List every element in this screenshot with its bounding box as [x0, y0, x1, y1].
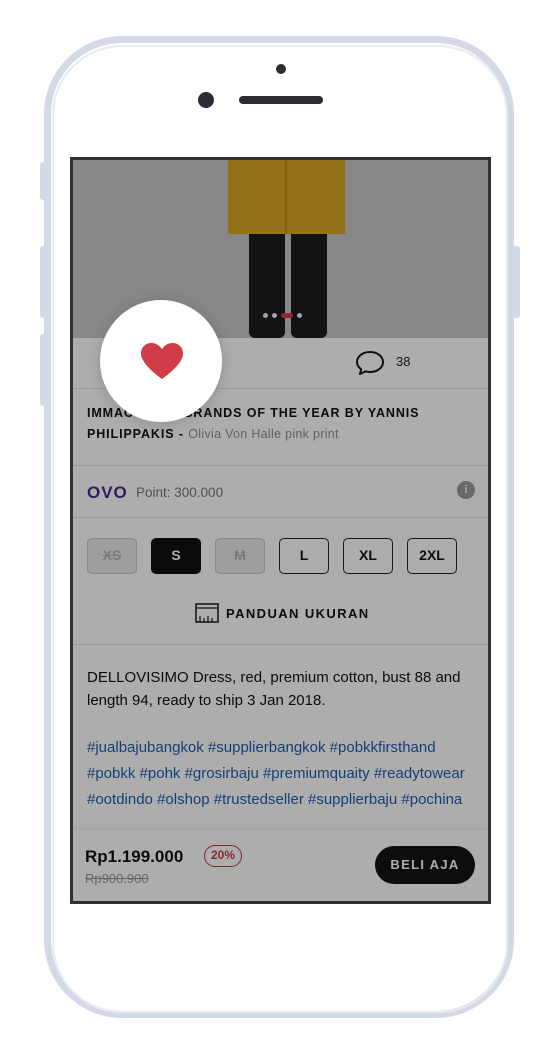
product-photo-seam — [285, 160, 287, 234]
ruler-icon — [195, 603, 219, 623]
app-screen: 38 IMMACULATE BRANDS OF THE YEAR BY YANN… — [70, 157, 491, 904]
size-selector: XS S M L XL 2XL — [87, 538, 457, 574]
product-hashtags[interactable]: #jualbajubangkok #supplierbangkok #pobkk… — [87, 735, 482, 813]
size-option-s[interactable]: S — [151, 538, 201, 574]
size-option-l[interactable]: L — [279, 538, 329, 574]
buy-button[interactable]: BELI AJA — [375, 846, 475, 884]
original-price: Rp900.900 — [85, 871, 149, 886]
volume-up-button — [40, 246, 46, 318]
comment-count: 38 — [396, 354, 411, 369]
divider — [73, 517, 488, 518]
size-guide-link[interactable]: PANDUAN UKURAN — [195, 603, 370, 623]
discount-badge: 20% — [204, 845, 242, 867]
heart-icon[interactable] — [139, 341, 185, 381]
proximity-sensor — [276, 64, 286, 74]
earpiece-speaker — [239, 96, 323, 104]
carousel-dot-active[interactable] — [281, 312, 293, 318]
size-guide-label: PANDUAN UKURAN — [226, 605, 370, 621]
volume-down-button — [40, 334, 46, 406]
ovo-points: Point: 300.000 — [136, 485, 224, 500]
front-camera — [198, 92, 214, 108]
carousel-indicator — [263, 312, 302, 318]
product-subtitle: Olivia Von Halle pink print — [188, 427, 339, 441]
size-option-m[interactable]: M — [215, 538, 265, 574]
power-button — [514, 246, 520, 318]
size-option-xs[interactable]: XS — [87, 538, 137, 574]
carousel-dot[interactable] — [272, 312, 277, 318]
carousel-dot[interactable] — [263, 312, 268, 318]
size-option-xl[interactable]: XL — [343, 538, 393, 574]
product-photo-boot-left — [249, 234, 285, 338]
ovo-logo: OVO — [87, 483, 128, 502]
carousel-dot[interactable] — [297, 312, 302, 318]
checkout-footer: Rp1.199.000 20% Rp900.900 BELI AJA — [73, 830, 488, 901]
divider — [73, 644, 488, 645]
product-photo-boot-right — [291, 234, 327, 338]
comment-icon[interactable] — [355, 350, 385, 376]
current-price: Rp1.199.000 — [85, 847, 184, 866]
mute-switch — [40, 162, 46, 200]
size-option-2xl[interactable]: 2XL — [407, 538, 457, 574]
product-description: DELLOVISIMO Dress, red, premium cotton, … — [87, 669, 461, 709]
divider — [73, 465, 488, 466]
info-icon[interactable]: i — [457, 481, 475, 499]
